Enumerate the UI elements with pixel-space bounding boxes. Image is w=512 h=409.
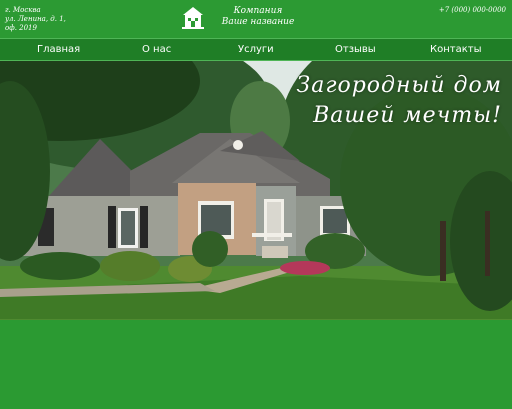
nav-item-home[interactable]: Главная — [37, 44, 80, 55]
nav-item-about[interactable]: О нас — [142, 44, 171, 55]
hero-slogan-line-2: Вашей мечты! — [313, 103, 502, 128]
hero-slogan: Загородный дом Вашей мечты! — [297, 71, 502, 131]
header: г. Москва ул. Ленина, д. 1, оф. 2019 Ком… — [0, 0, 512, 38]
company-name-line-1: Компания — [233, 6, 283, 16]
house-icon[interactable] — [182, 6, 204, 30]
address-line-street: ул. Ленина, д. 1, — [5, 15, 66, 23]
nav-item-contacts[interactable]: Контакты — [430, 44, 481, 55]
address-block: г. Москва ул. Ленина, д. 1, оф. 2019 — [5, 6, 85, 33]
main-nav: Главная О нас Услуги Отзывы Контакты — [0, 38, 512, 61]
company-name-line-2: Ваше название — [221, 17, 295, 27]
phone-number[interactable]: +7 (000) 000-0000 — [439, 6, 506, 14]
footer-area — [0, 320, 512, 409]
nav-item-services[interactable]: Услуги — [238, 44, 274, 55]
address-line-office: оф. 2019 — [5, 24, 37, 32]
address-line-city: г. Москва — [5, 6, 41, 14]
hero-banner: Загородный дом Вашей мечты! — [0, 61, 512, 320]
nav-item-reviews[interactable]: Отзывы — [335, 44, 376, 55]
hero-slogan-line-1: Загородный дом — [296, 73, 502, 98]
company-name[interactable]: Компания Ваше название — [218, 6, 298, 28]
